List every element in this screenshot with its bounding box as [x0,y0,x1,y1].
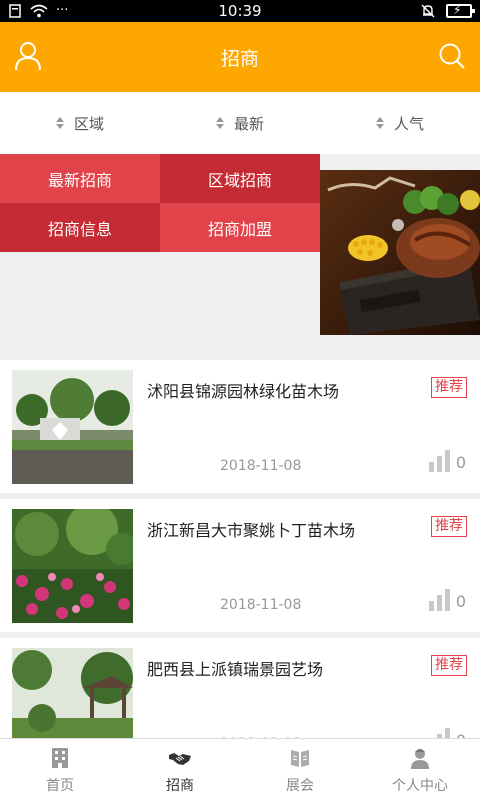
tab-exhibition[interactable]: 展会 [240,739,360,800]
filter-latest[interactable]: 最新 [160,92,320,154]
listing-date: 2018-11-08 [220,597,302,613]
category-region[interactable]: 区域招商 [160,154,320,203]
tab-home[interactable]: 首页 [0,739,120,800]
category-franchise[interactable]: 招商加盟 [160,203,320,252]
mute-bell-icon [421,4,435,18]
listing-name: 沭阳县锦源园林绿化苗木场 [147,382,340,401]
category-grid: 最新招商 区域招商 招商信息 招商加盟 [0,154,320,252]
filter-label: 区域 [73,114,104,133]
recommend-badge: 推荐 [431,516,467,537]
listing-name: 浙江新昌大市聚姚卜丁苗木场 [147,521,356,540]
page-title: 招商 [220,48,259,70]
filter-label: 人气 [393,114,424,133]
book-icon [291,750,309,767]
search-icon[interactable] [438,41,466,71]
recommend-badge: 推荐 [431,377,467,398]
listing-name: 肥西县上派镇瑞景园艺场 [147,660,324,679]
bar-chart-icon [428,450,450,472]
listing-thumbnail[interactable] [12,370,133,484]
recommend-badge: 推荐 [431,655,467,676]
tab-label: 个人中心 [392,778,448,794]
status-time: 10:39 [218,2,262,20]
promo-food-image[interactable] [320,170,480,335]
status-right: ⚡ [420,3,475,19]
listing-thumbnail[interactable] [12,509,133,623]
sort-icon [215,117,224,129]
filter-bar: 区域 最新 人气 [0,92,480,154]
filter-region[interactable]: 区域 [0,92,160,154]
view-count: 0 [428,589,466,611]
list-item[interactable]: 沭阳县锦源园林绿化苗木场 推荐 2018-11-08 0 [0,354,480,493]
sort-icon [55,117,64,129]
handshake-icon [169,753,191,765]
list-item[interactable]: 浙江新昌大市聚姚卜丁苗木场 推荐 2018-11-08 0 [0,493,480,632]
category-latest[interactable]: 最新招商 [0,154,160,203]
tab-label: 招商 [166,778,194,794]
filter-label: 最新 [233,114,264,133]
view-count: 0 [428,450,466,472]
bar-chart-icon [428,589,450,611]
bottom-tab-bar: 首页 招商 展会 个人中心 [0,738,480,800]
tab-label: 首页 [46,778,74,794]
tab-label: 展会 [286,778,314,794]
app-header: 招商 [0,22,480,92]
listing-list: 沭阳县锦源园林绿化苗木场 推荐 2018-11-08 0 浙江新昌大市聚姚卜丁苗… [0,354,480,771]
building-icon [52,748,68,768]
category-info[interactable]: 招商信息 [0,203,160,252]
person-icon [411,749,429,769]
listing-date: 2018-11-08 [220,458,302,474]
sort-icon [375,117,384,129]
status-bar: ··· 10:39 ⚡ [0,0,480,22]
banner-area: 最新招商 区域招商 招商信息 招商加盟 [0,154,480,354]
view-count-value: 0 [455,453,466,472]
view-count-value: 0 [455,592,466,611]
tab-investment[interactable]: 招商 [120,739,240,800]
battery-icon: ⚡ [446,3,475,18]
tab-profile[interactable]: 个人中心 [360,739,480,800]
filter-popularity[interactable]: 人气 [320,92,480,154]
